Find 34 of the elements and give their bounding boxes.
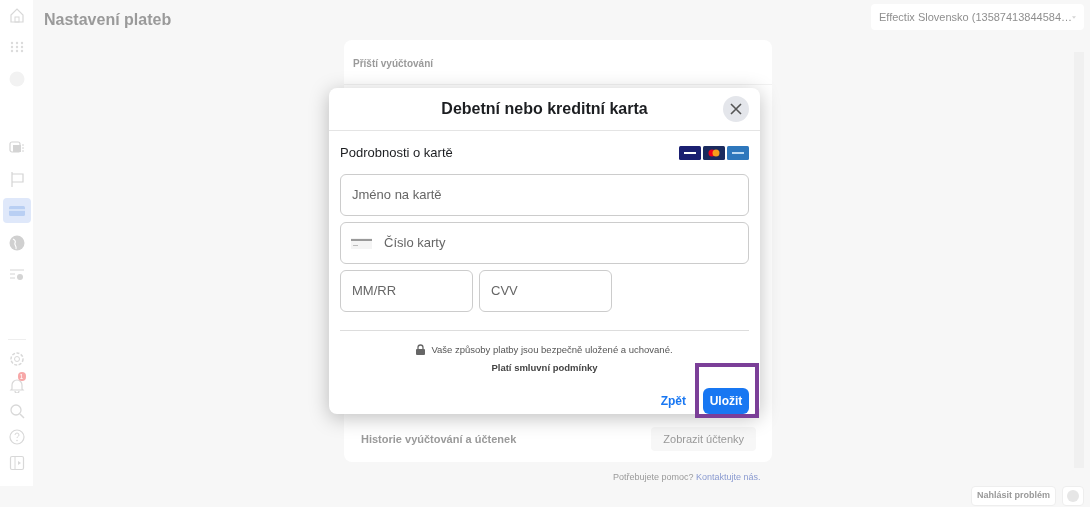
search-icon (8, 402, 25, 419)
back-button[interactable]: Zpět (660, 392, 686, 410)
side-panel-icon (8, 454, 25, 471)
settings-list-icon (8, 266, 25, 283)
terms-text: Platí smluvní podmínky (491, 360, 598, 375)
input-field[interactable]: CVV (479, 269, 612, 312)
sidebar-item[interactable] (2, 198, 31, 223)
card-number-field[interactable]: Číslo karty (340, 221, 749, 264)
close-icon (730, 103, 742, 115)
bell-icon (8, 376, 25, 393)
lock-icon (416, 344, 426, 356)
card-header: Příští vyúčtování (353, 58, 434, 69)
input-field[interactable]: Jméno na kartě (340, 173, 749, 216)
flag-icon (8, 170, 25, 187)
home-icon (8, 6, 25, 23)
input-field[interactable]: MM/RR (340, 269, 473, 312)
save-button[interactable]: Uložit (703, 388, 749, 414)
security-note: Vaše způsoby platby jsou bezpečně uložené a uchované. (431, 342, 673, 357)
history-label: Historie vyúčtování a účtenek (361, 431, 517, 447)
stack-icon (8, 138, 25, 155)
help-text: Potřebujete pomoc? (613, 472, 694, 482)
dialog-title: Debetní nebo kreditní karta (441, 99, 648, 119)
language-button[interactable] (1062, 486, 1084, 506)
mastercard-icon (703, 145, 725, 160)
contact-link[interactable]: Kontaktujte nás. (696, 472, 761, 482)
section-title: Podrobnosti o kartě (340, 144, 453, 162)
report-problem-button[interactable]: Nahlásit problém (971, 486, 1056, 506)
help-icon (8, 428, 25, 445)
show-receipts-button[interactable]: Zobrazit účtenky (651, 427, 756, 451)
close-button[interactable] (723, 96, 749, 122)
account-select[interactable]: Effectix Slovensko (13587413844584… (871, 4, 1084, 30)
settings-icon (8, 350, 25, 367)
highlight-frame (695, 363, 759, 418)
page-title: Nastavení plateb (44, 10, 172, 30)
